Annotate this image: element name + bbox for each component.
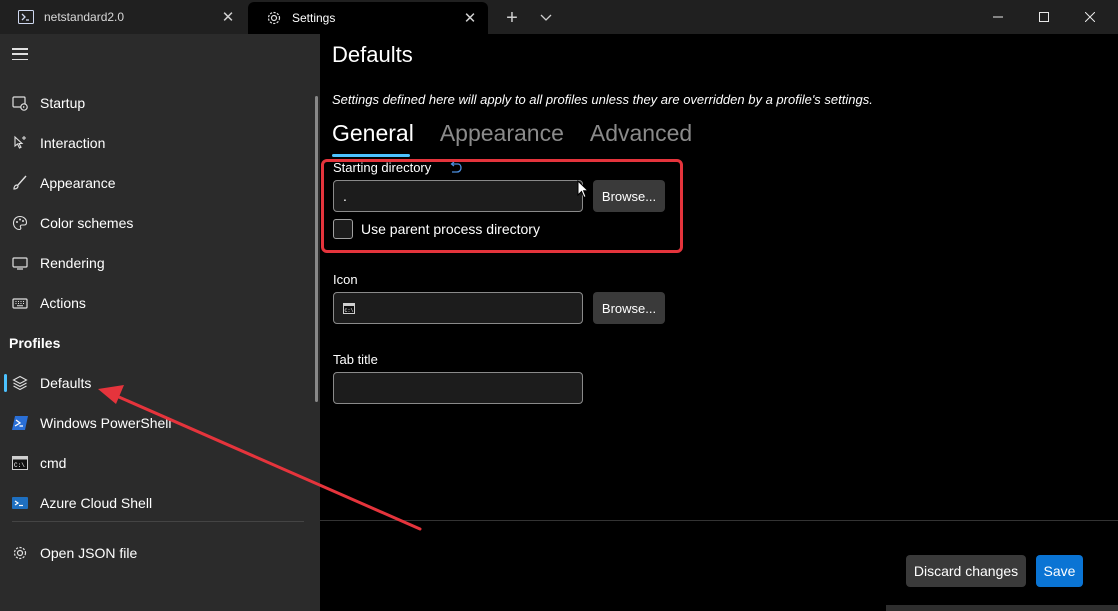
- icon-browse-button[interactable]: Browse...: [593, 292, 665, 324]
- tab-label: netstandard2.0: [44, 10, 125, 24]
- starting-directory-browse-button[interactable]: Browse...: [593, 180, 665, 212]
- starting-directory-label: Starting directory: [333, 160, 432, 175]
- gear-icon: [11, 544, 29, 562]
- settings-tabs: General Appearance Advanced: [332, 120, 692, 147]
- sidebar-item-label: Color schemes: [40, 215, 134, 231]
- sidebar-item-label: Appearance: [40, 175, 116, 191]
- discard-changes-button[interactable]: Discard changes: [906, 555, 1026, 587]
- sidebar-item-actions[interactable]: Actions: [0, 285, 310, 321]
- monitor-icon: [11, 254, 29, 272]
- azure-icon: [11, 494, 29, 512]
- tab-advanced[interactable]: Advanced: [590, 120, 692, 147]
- tab-netstandard[interactable]: netstandard2.0 ✕: [0, 0, 246, 34]
- page-description: Settings defined here will apply to all …: [332, 92, 873, 107]
- sidebar-scrollbar[interactable]: [315, 96, 318, 402]
- active-tab-indicator: [332, 154, 410, 157]
- sidebar-item-cmd[interactable]: C:\ cmd: [0, 445, 310, 481]
- sidebar-item-label: Open JSON file: [40, 545, 138, 561]
- sidebar-item-label: Azure Cloud Shell: [40, 495, 153, 511]
- profiles-header: Profiles: [9, 335, 61, 351]
- sidebar-item-label: Rendering: [40, 255, 105, 271]
- tab-title-input[interactable]: [333, 372, 583, 404]
- sidebar-item-label: Startup: [40, 95, 86, 111]
- sidebar-item-open-json[interactable]: Open JSON file: [0, 535, 310, 571]
- close-window-button[interactable]: [1067, 0, 1113, 34]
- minimize-button[interactable]: [975, 0, 1021, 34]
- tab-settings[interactable]: Settings ✕: [248, 2, 488, 34]
- sidebar-item-azure-cloud-shell[interactable]: Azure Cloud Shell: [0, 485, 310, 521]
- sidebar-divider: [12, 521, 304, 522]
- use-parent-process-label: Use parent process directory: [361, 221, 540, 237]
- starting-directory-input[interactable]: .: [333, 180, 583, 212]
- cmd-icon: C:\: [11, 454, 29, 472]
- chevron-down-icon[interactable]: [534, 6, 558, 30]
- sidebar-item-appearance[interactable]: Appearance: [0, 165, 310, 201]
- sidebar-item-color-schemes[interactable]: Color schemes: [0, 205, 310, 241]
- sidebar-item-label: cmd: [40, 455, 67, 471]
- footer-divider: [320, 520, 1118, 521]
- close-icon[interactable]: ✕: [220, 9, 236, 26]
- icon-input[interactable]: C:\: [333, 292, 583, 324]
- interaction-icon: [11, 134, 29, 152]
- sidebar-item-label: Windows PowerShell: [40, 415, 172, 431]
- powershell-icon: [11, 414, 29, 432]
- gear-icon: [266, 10, 282, 26]
- sidebar-item-windows-powershell[interactable]: Windows PowerShell: [0, 405, 310, 441]
- startup-icon: [11, 94, 29, 112]
- page-title: Defaults: [332, 42, 413, 67]
- save-button[interactable]: Save: [1036, 555, 1083, 587]
- layers-icon: [11, 374, 29, 392]
- sidebar-item-label: Defaults: [40, 375, 92, 391]
- sidebar-item-rendering[interactable]: Rendering: [0, 245, 310, 281]
- sidebar-item-label: Actions: [40, 295, 86, 311]
- close-icon[interactable]: ✕: [462, 10, 478, 27]
- tab-title-label: Tab title: [333, 352, 378, 367]
- title-bar: netstandard2.0 ✕ Settings ✕ +: [0, 0, 1118, 34]
- tab-general[interactable]: General: [332, 120, 414, 147]
- reset-icon[interactable]: [448, 161, 462, 175]
- brush-icon: [11, 174, 29, 192]
- keyboard-icon: [11, 294, 29, 312]
- icon-label: Icon: [333, 272, 358, 287]
- sidebar-item-startup[interactable]: Startup: [0, 85, 310, 121]
- palette-icon: [11, 214, 29, 232]
- tab-label: Settings: [292, 11, 336, 25]
- mouse-cursor-icon: [577, 180, 590, 199]
- svg-text:C:\: C:\: [345, 308, 354, 314]
- sidebar-item-defaults[interactable]: Defaults: [0, 365, 310, 401]
- tab-appearance[interactable]: Appearance: [440, 120, 564, 147]
- taskbar-strip: [886, 605, 1118, 611]
- powershell-icon: [18, 9, 34, 25]
- maximize-button[interactable]: [1021, 0, 1067, 34]
- svg-text:C:\: C:\: [14, 462, 25, 469]
- hamburger-menu-icon[interactable]: [12, 48, 28, 60]
- main-panel: Defaults Settings defined here will appl…: [320, 34, 1118, 611]
- selection-indicator: [4, 374, 7, 392]
- sidebar: Startup Interaction Appearance Color sch…: [0, 34, 320, 611]
- use-parent-process-checkbox[interactable]: [333, 219, 353, 239]
- sidebar-item-interaction[interactable]: Interaction: [0, 125, 310, 161]
- cmd-icon: C:\: [343, 302, 355, 314]
- new-tab-button[interactable]: +: [500, 6, 524, 30]
- sidebar-item-label: Interaction: [40, 135, 106, 151]
